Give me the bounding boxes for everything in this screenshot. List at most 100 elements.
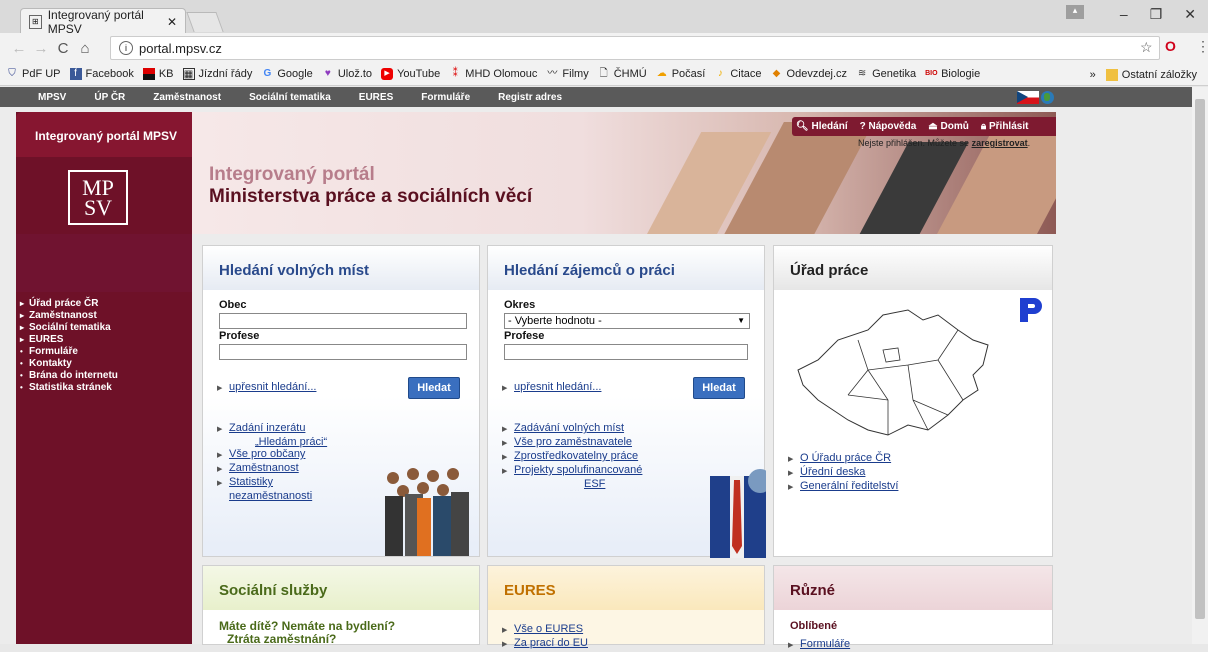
forms-link[interactable]: Formuláře [800, 638, 850, 650]
info-icon[interactable]: i [119, 41, 133, 55]
general-directorate-link[interactable]: Generální ředitelství [800, 480, 898, 492]
refine-search-link-2[interactable]: upřesnit hledání... [514, 381, 601, 393]
obec-label: Obec [219, 299, 247, 311]
more-bookmarks-chevron-icon[interactable]: » [1090, 69, 1096, 81]
new-tab-button[interactable] [186, 12, 224, 32]
official-board-link[interactable]: Úřední deska [800, 466, 865, 478]
back-icon[interactable]: ← [8, 40, 30, 57]
search-button-2[interactable]: Hledat [693, 377, 745, 399]
bookmark-odevzdej[interactable]: ◆ Odevzdej.cz [771, 68, 847, 80]
eures-box: EURES ▶ Vše o EURES ▶ Za prací do EU [487, 565, 765, 649]
left-nav-item[interactable]: • Kontakty [20, 358, 118, 370]
obec-input[interactable] [219, 313, 467, 329]
left-nav-item[interactable]: ▸ Zaměstnanost [20, 310, 118, 322]
browser-toolbar: ← → C ⌂ i portal.mpsv.cz ☆ O ⋮ [0, 33, 1208, 63]
agencies-link[interactable]: Zprostředkovatelny práce [514, 450, 638, 462]
login-link[interactable]: 🔒︎ Přihlásit [981, 121, 1029, 132]
candidate-search-title: Hledání zájemců o práci [488, 246, 764, 290]
chevron-right-icon: ▶ [502, 627, 508, 634]
topnav-up-cr[interactable]: ÚP ČR [94, 92, 125, 103]
filmy-icon: 〰 [547, 68, 558, 79]
bookmark-biologie[interactable]: BIO Biologie [925, 68, 980, 80]
topnav-formulare[interactable]: Formuláře [421, 92, 470, 103]
about-up-link[interactable]: O Úřadu práce ČR [800, 452, 891, 464]
mhd-icon: ⁑ [452, 68, 458, 79]
site-favicon-icon: ⊞ [29, 14, 42, 29]
bookmark-jizdni-rady[interactable]: ▦ Jízdní řády [182, 68, 252, 80]
maximize-icon[interactable]: ❐ [1150, 6, 1163, 23]
topnav-registr-adres[interactable]: Registr adres [498, 92, 562, 103]
profese-input-2[interactable] [504, 344, 748, 360]
home-icon[interactable]: ⌂ [74, 40, 96, 57]
bookmark-pocasi[interactable]: ☁ Počasí [656, 68, 706, 80]
close-window-icon[interactable]: ✕ [1184, 6, 1196, 23]
close-tab-icon[interactable]: ✕ [167, 15, 177, 29]
search-button[interactable]: Hledat [408, 377, 460, 399]
profese-input[interactable] [219, 344, 467, 360]
topnav-socialni-tematika[interactable]: Sociální tematika [249, 92, 331, 103]
home-link[interactable]: ⏏ Domů [928, 121, 969, 132]
mpsv-logo[interactable]: MP SV [68, 170, 128, 225]
left-nav-item[interactable]: • Statistika stránek [20, 382, 118, 394]
search-link[interactable]: 🔍︎ Hledání [796, 121, 848, 132]
browser-tab[interactable]: ⊞ Integrovaný portál MPSV ✕ [20, 8, 186, 36]
register-link[interactable]: zaregistrovat [972, 138, 1028, 148]
bookmark-citace[interactable]: ♪ Citace [714, 68, 762, 80]
czech-flag-icon[interactable] [1017, 91, 1039, 104]
profile-icon[interactable]: ▴ [1066, 5, 1084, 19]
opera-extension-icon[interactable]: O [1165, 38, 1176, 54]
vacancy-search-title: Hledání volných míst [203, 246, 479, 290]
misc-box: Různé Oblíbené ▶ Formuláře [773, 565, 1053, 650]
vacancy-search-box: Hledání volných míst Obec Profese ▶ upřes… [202, 245, 480, 557]
minimize-icon[interactable]: – [1120, 6, 1128, 23]
other-bookmarks-folder[interactable]: Ostatní záložky [1105, 68, 1197, 81]
left-nav-item[interactable]: • Formuláře [20, 346, 118, 358]
job-ad-link[interactable]: Zadání inzerátu [229, 422, 305, 434]
left-nav-item[interactable]: ▸ Úřad práce ČR [20, 298, 118, 310]
esf-projects-link[interactable]: Projekty spolufinancované [514, 464, 642, 476]
work-in-eu-link[interactable]: Za prací do EU [514, 637, 588, 649]
bookmark-facebook[interactable]: f Facebook [69, 68, 134, 80]
biologie-icon: BIO [925, 70, 938, 77]
forward-icon[interactable]: → [30, 40, 52, 57]
left-nav-item[interactable]: ▸ Sociální tematika [20, 322, 118, 334]
address-bar[interactable]: i portal.mpsv.cz [110, 36, 1160, 60]
okres-select[interactable]: - Vyberte hodnotu - ▼ [504, 313, 750, 329]
left-nav-item[interactable]: ▸ EURES [20, 334, 118, 346]
employment-link[interactable]: Zaměstnanost [229, 462, 299, 474]
refine-search-link[interactable]: upřesnit hledání... [229, 381, 316, 393]
citizens-link[interactable]: Vše pro občany [229, 448, 305, 460]
browser-menu-icon[interactable]: ⋮ [1196, 38, 1208, 55]
esf-projects-link-cont[interactable]: ESF [584, 478, 605, 490]
bookmark-youtube[interactable]: ▶ YouTube [381, 68, 440, 80]
bookmark-ulozto[interactable]: ♥ Ulož.to [322, 68, 372, 80]
bookmark-google[interactable]: G Google [261, 68, 312, 80]
topnav-mpsv[interactable]: MPSV [38, 92, 66, 103]
left-column: Integrovaný portál MPSV MP SV ▸ Úřad prác… [16, 112, 192, 644]
reload-icon[interactable]: C [52, 40, 74, 57]
social-question-2[interactable]: Ztráta zaměstnání? [219, 633, 395, 646]
bookmark-pdf-up[interactable]: ⛉ PdF UP [6, 68, 60, 80]
bookmark-genetika[interactable]: ≋ Genetika [856, 68, 916, 80]
bookmark-filmy[interactable]: 〰 Filmy [546, 68, 588, 80]
banner-title-line1: Integrovaný portál [209, 164, 375, 185]
globe-icon[interactable] [1041, 91, 1054, 104]
post-vacancy-link[interactable]: Zadávání volných míst [514, 422, 624, 434]
topnav-zamestnanost[interactable]: Zaměstnanost [153, 92, 221, 103]
left-nav-item[interactable]: • Brána do internetu [20, 370, 118, 382]
statistics-link-cont[interactable]: nezaměstnanosti [229, 490, 312, 502]
statistics-link[interactable]: Statistiky [229, 476, 273, 488]
youtube-icon: ▶ [381, 68, 394, 80]
bookmark-star-icon[interactable]: ☆ [1140, 39, 1153, 56]
labour-office-links: ▶ O Úřadu práce ČR ▶ Úřední deska ▶ Generál… [788, 452, 898, 494]
bookmark-chmu[interactable]: 🗋 ČHMÚ [598, 68, 647, 80]
bookmark-kb[interactable]: KB [142, 68, 174, 80]
about-eures-link[interactable]: Vše o EURES [514, 623, 583, 635]
social-services-box: Sociální služby Máte dítě? Nemáte na byd… [202, 565, 480, 646]
scrollbar-thumb[interactable] [1195, 99, 1205, 619]
bookmark-mhd[interactable]: ⁑ MHD Olomouc [449, 68, 538, 80]
topnav-eures[interactable]: EURES [359, 92, 393, 103]
job-ad-link-cont[interactable]: „Hledám práci“ [255, 436, 327, 448]
employers-link[interactable]: Vše pro zaměstnavatele [514, 436, 632, 448]
help-link[interactable]: ? Nápověda [860, 121, 917, 132]
